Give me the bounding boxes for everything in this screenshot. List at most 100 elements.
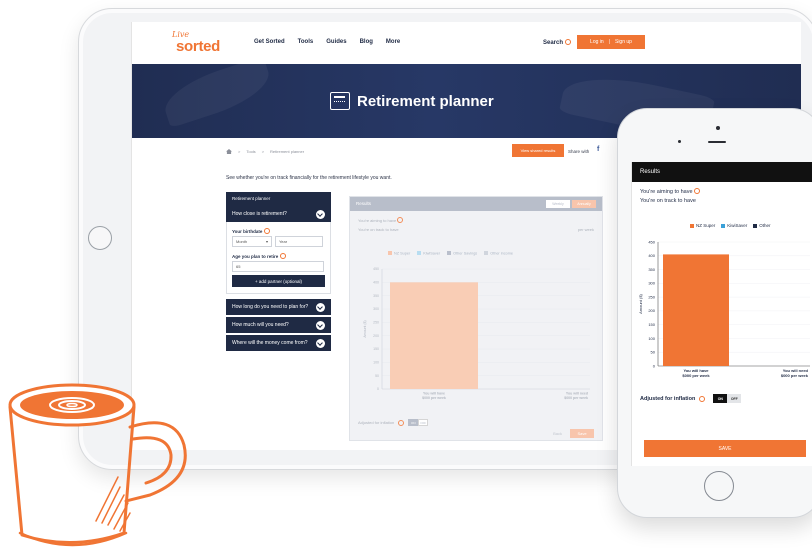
toggle-on[interactable]: ON [713,394,728,403]
banner-leaf-decoration [158,55,276,129]
help-icon[interactable] [694,188,701,194]
chevron-down-icon [316,320,325,330]
toggle-off[interactable]: OFF [418,419,429,426]
intro-text: See whether you're on track financially … [226,175,392,181]
phone-chart-legend: NZ Super KiwiSaver Other [690,223,771,228]
y-tick-label: 300 [373,307,379,311]
y-tick-label: 50 [651,350,656,355]
legend-item: KiwiSaver [721,223,747,228]
step-how-close[interactable]: How close is retirement? [226,206,331,222]
y-tick-label: 0 [653,363,656,368]
y-tick-label: 400 [373,281,379,285]
adjust-inflation-row: Adjusted for inflation ON OFF [358,419,429,426]
breadcrumb-tools[interactable]: Tools [246,149,255,154]
x-tick-label: $000 per week [781,373,809,378]
divider: | [608,39,610,45]
help-icon[interactable] [279,253,286,259]
home-icon[interactable] [226,149,232,154]
y-tick-label: 400 [648,253,655,258]
phone-home-button[interactable] [704,471,734,501]
top-nav: Live sorted Get Sorted Tools Guides Blog… [132,22,801,64]
calculator-icon [330,92,350,110]
results-footer: Back Save [553,429,594,438]
y-tick-label: 200 [373,334,379,338]
nav-item-guides[interactable]: Guides [326,39,346,45]
per-week-label: per week [577,227,594,232]
phone-results-header: Results [632,162,812,182]
help-icon[interactable] [699,395,706,402]
phone-sensor [678,140,681,143]
tablet-results-panel: Results Weekly Annually You're aiming to… [349,196,603,441]
legend-item: Other income [484,251,513,256]
retire-age-field-label: Age you plan to retire [232,253,325,259]
legend-item: Other [753,223,771,228]
y-axis-label: Amount ($) [638,293,643,313]
y-tick-label: 0 [377,387,379,391]
step-how-long[interactable]: How long do you need to plan for? [226,299,331,315]
breadcrumb-current: Retirement planner [270,149,305,154]
nav-item-tools[interactable]: Tools [298,39,314,45]
legend-item: NZ Super [690,223,715,228]
nav-links: Get Sorted Tools Guides Blog More [254,39,400,45]
results-header: Results Weekly Annually [350,197,602,211]
toggle-off[interactable]: OFF [727,394,742,403]
help-icon[interactable] [397,217,404,223]
sidebar-header: Retirement planner [226,192,331,206]
phone-inflation-toggle[interactable]: ON OFF [713,394,742,403]
search-link[interactable]: Search [543,39,572,46]
search-label: Search [543,40,564,46]
birth-month-select[interactable]: Month ▾ [232,236,272,247]
nav-item-blog[interactable]: Blog [360,39,373,45]
phone-save-button[interactable]: SAVE [644,440,806,457]
retire-age-input[interactable]: 65 [232,261,324,272]
chevron-down-icon: ▾ [265,239,268,244]
view-shared-results-button[interactable]: View shared results [512,144,564,157]
signup-label[interactable]: Sign up [615,39,632,45]
x-tick-label: $000 per week [682,373,710,378]
login-signup-button[interactable]: Log in | Sign up [577,35,645,49]
nav-item-get-sorted[interactable]: Get Sorted [254,39,285,45]
x-tick-label: $000 per week [422,396,446,400]
y-tick-label: 150 [373,347,379,351]
phone-on-track-text: You're on track to have [640,198,696,204]
save-button[interactable]: Save [570,429,594,438]
nav-item-more[interactable]: More [386,39,400,45]
help-icon[interactable] [398,419,405,426]
step-how-much[interactable]: How much will you need? [226,317,331,333]
tab-annually[interactable]: Annually [572,200,596,208]
phone-results-chart: Amount ($)050100150200250300350400450You… [638,239,810,378]
phone-aiming-text: You're aiming to have [640,188,701,195]
toggle-on[interactable]: ON [408,419,419,426]
legend-item: Other Savings [447,251,477,256]
hero-illustration: Live sorted Get Sorted Tools Guides Blog… [0,0,812,553]
birthdate-field-label: Your birthdate [232,228,325,234]
y-tick-label: 100 [648,336,655,341]
chevron-up-icon [316,209,325,219]
back-link[interactable]: Back [553,431,562,436]
search-icon [565,39,572,45]
x-tick-label: You will need [566,392,588,396]
y-axis-label: Amount ($) [363,320,367,337]
help-icon[interactable] [263,228,270,234]
phone-adjust-inflation-row: Adjusted for inflation ON OFF [640,394,742,403]
step-how-close-body: Your birthdate Month ▾ Year Age you plan… [226,222,331,294]
y-tick-label: 250 [648,294,655,299]
aiming-text: You're aiming to have [358,217,404,223]
x-tick-label: $000 per week [564,396,588,400]
step-where-from[interactable]: Where will the money come from? [226,335,331,351]
inflation-toggle[interactable]: ON OFF [408,419,429,426]
add-partner-button[interactable]: + add partner (optional) [232,275,325,287]
chevron-down-icon [316,302,325,312]
legend-item: NZ Super [388,251,410,256]
phone-screen: Results You're aiming to have You're on … [631,162,812,466]
facebook-icon[interactable]: f [597,146,599,153]
tab-weekly[interactable]: Weekly [546,200,570,208]
birth-year-field[interactable]: Year [275,236,323,247]
y-tick-label: 300 [648,281,655,286]
tablet-home-button[interactable] [88,226,112,250]
phone-camera [716,126,720,130]
on-track-text: You're on track to have [358,227,399,232]
chevron-down-icon [316,338,325,348]
y-tick-label: 200 [648,308,655,313]
login-label[interactable]: Log in [590,39,604,45]
